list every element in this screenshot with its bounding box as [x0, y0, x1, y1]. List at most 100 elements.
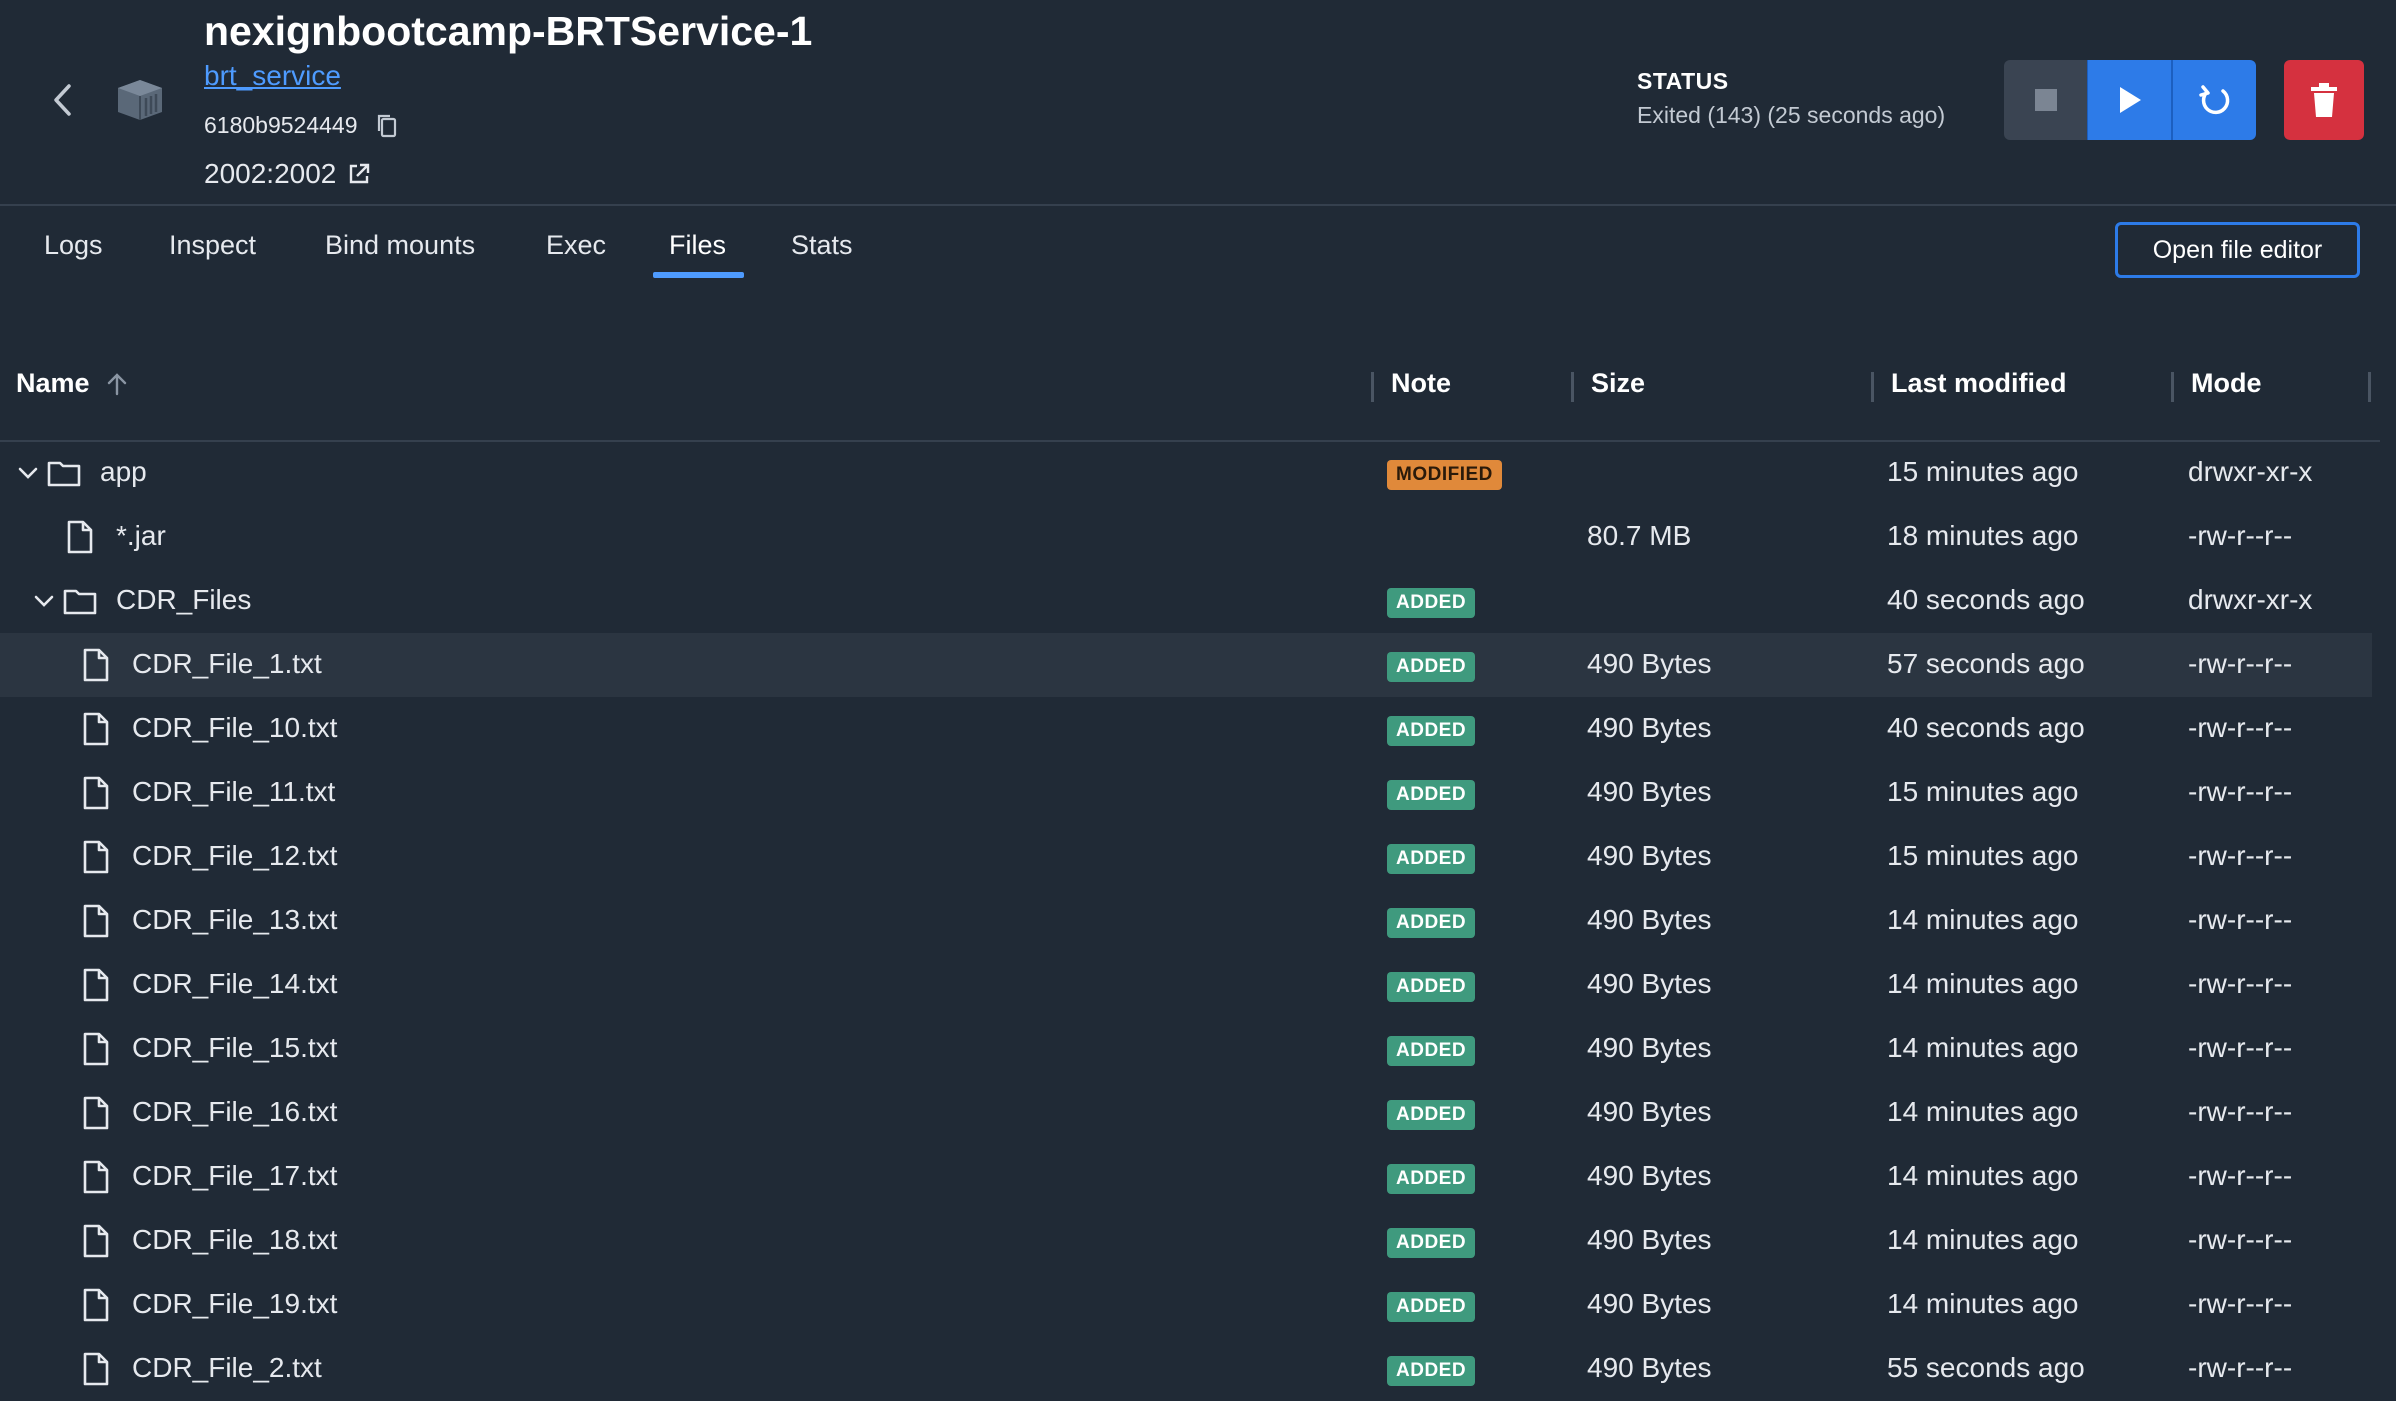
column-separator[interactable]	[1371, 372, 1374, 402]
status-badge: ADDED	[1387, 1036, 1476, 1066]
column-header-mode[interactable]: Mode	[2191, 368, 2262, 399]
file-icon	[83, 712, 109, 746]
file-icon	[83, 1096, 109, 1130]
tab-exec[interactable]: Exec	[546, 230, 606, 261]
file-name: CDR_File_18.txt	[132, 1224, 338, 1255]
status-badge: MODIFIED	[1387, 460, 1502, 490]
last-modified: 18 minutes ago	[1887, 520, 2079, 551]
folder-icon	[63, 589, 97, 615]
file-size: 490 Bytes	[1587, 1352, 1712, 1383]
trash-icon	[2311, 83, 2337, 117]
tab-files[interactable]: Files	[669, 230, 726, 261]
file-name: CDR_Files	[116, 584, 252, 615]
file-mode: -rw-r--r--	[2188, 520, 2293, 551]
column-separator[interactable]	[1571, 372, 1574, 402]
stop-icon	[2034, 89, 2057, 111]
image-link[interactable]: brt_service	[204, 60, 341, 92]
file-name: CDR_File_17.txt	[132, 1160, 338, 1191]
table-row[interactable]: CDR_File_10.txt ADDED 490 Bytes 40 secon…	[0, 697, 2372, 761]
table-row[interactable]: CDR_File_2.txt ADDED 490 Bytes 55 second…	[0, 1337, 2372, 1401]
tab-logs[interactable]: Logs	[44, 230, 103, 261]
table-row[interactable]: CDR_File_16.txt ADDED 490 Bytes 14 minut…	[0, 1081, 2372, 1145]
file-size: 490 Bytes	[1587, 1288, 1712, 1319]
tab-inspect[interactable]: Inspect	[169, 230, 256, 261]
restart-icon	[2198, 85, 2229, 115]
column-separator[interactable]	[2171, 372, 2174, 402]
column-header-name[interactable]: Name	[16, 368, 128, 399]
file-mode: -rw-r--r--	[2188, 1352, 2293, 1383]
table-row[interactable]: CDR_File_11.txt ADDED 490 Bytes 15 minut…	[0, 761, 2372, 825]
port-mapping: 2002:2002	[204, 158, 337, 189]
last-modified: 14 minutes ago	[1887, 1032, 2079, 1063]
table-row[interactable]: CDR_File_12.txt ADDED 490 Bytes 15 minut…	[0, 825, 2372, 889]
arrow-up-icon	[107, 372, 126, 395]
file-icon	[83, 1032, 109, 1066]
copy-icon[interactable]	[376, 113, 402, 139]
file-size: 490 Bytes	[1587, 1032, 1712, 1063]
file-mode: -rw-r--r--	[2188, 1224, 2293, 1255]
table-header: Name Note Size Last modified Mode	[0, 350, 2380, 442]
file-mode: -rw-r--r--	[2188, 1032, 2293, 1063]
column-header-size[interactable]: Size	[1591, 368, 1645, 399]
file-name: CDR_File_2.txt	[132, 1352, 322, 1383]
status-badge: ADDED	[1387, 716, 1476, 746]
status-badge: ADDED	[1387, 908, 1476, 938]
status-badge: ADDED	[1387, 844, 1476, 874]
tab-bind-mounts[interactable]: Bind mounts	[325, 230, 475, 261]
file-name: CDR_File_13.txt	[132, 904, 338, 935]
start-button[interactable]	[2087, 60, 2171, 140]
stop-button[interactable]	[2004, 60, 2087, 140]
status-badge: ADDED	[1387, 1292, 1476, 1322]
file-size: 490 Bytes	[1587, 712, 1712, 743]
container-header: nexignbootcamp-BRTService-1 brt_service …	[0, 0, 2396, 206]
container-title: nexignbootcamp-BRTService-1	[204, 8, 813, 54]
file-size: 490 Bytes	[1587, 648, 1712, 679]
file-icon	[83, 968, 109, 1002]
table-row[interactable]: CDR_File_17.txt ADDED 490 Bytes 14 minut…	[0, 1145, 2372, 1209]
chevron-down-icon[interactable]	[16, 461, 40, 485]
file-icon	[83, 904, 109, 938]
table-row[interactable]: *.jar 80.7 MB 18 minutes ago -rw-r--r--	[0, 505, 2372, 569]
port-link[interactable]: 2002:2002	[204, 158, 372, 190]
restart-button[interactable]	[2171, 60, 2256, 140]
chevron-down-icon[interactable]	[32, 589, 56, 613]
table-row[interactable]: CDR_File_15.txt ADDED 490 Bytes 14 minut…	[0, 1017, 2372, 1081]
table-row[interactable]: CDR_File_18.txt ADDED 490 Bytes 14 minut…	[0, 1209, 2372, 1273]
table-row[interactable]: CDR_File_19.txt ADDED 490 Bytes 14 minut…	[0, 1273, 2372, 1337]
external-link-icon	[350, 163, 370, 184]
file-icon	[83, 1352, 109, 1386]
open-file-editor-button[interactable]: Open file editor	[2115, 222, 2360, 278]
status-badge: ADDED	[1387, 1100, 1476, 1130]
table-row[interactable]: app MODIFIED 15 minutes ago drwxr-xr-x	[0, 441, 2372, 505]
column-separator[interactable]	[1871, 372, 1874, 402]
table-row[interactable]: CDR_Files ADDED 40 seconds ago drwxr-xr-…	[0, 569, 2372, 633]
file-name: app	[100, 456, 147, 487]
file-size: 490 Bytes	[1587, 904, 1712, 935]
column-header-last-modified[interactable]: Last modified	[1891, 368, 2067, 399]
container-cube-icon	[112, 72, 168, 128]
file-mode: -rw-r--r--	[2188, 1096, 2293, 1127]
last-modified: 14 minutes ago	[1887, 1288, 2079, 1319]
status-badge: ADDED	[1387, 1356, 1476, 1386]
delete-button[interactable]	[2284, 60, 2364, 140]
tab-stats[interactable]: Stats	[791, 230, 853, 261]
last-modified: 55 seconds ago	[1887, 1352, 2085, 1383]
file-icon	[83, 1160, 109, 1194]
file-mode: drwxr-xr-x	[2188, 584, 2313, 615]
file-icon	[83, 840, 109, 874]
file-size: 490 Bytes	[1587, 840, 1712, 871]
file-mode: -rw-r--r--	[2188, 840, 2293, 871]
container-controls	[2004, 60, 2256, 140]
file-mode: -rw-r--r--	[2188, 968, 2293, 999]
column-separator[interactable]	[2368, 372, 2371, 402]
last-modified: 14 minutes ago	[1887, 1096, 2079, 1127]
container-id-row: 6180b9524449	[204, 112, 402, 139]
last-modified: 40 seconds ago	[1887, 584, 2085, 615]
file-icon	[67, 520, 93, 554]
back-button[interactable]	[42, 80, 82, 120]
table-row[interactable]: CDR_File_13.txt ADDED 490 Bytes 14 minut…	[0, 889, 2372, 953]
file-size: 80.7 MB	[1587, 520, 1692, 551]
column-header-note[interactable]: Note	[1391, 368, 1451, 399]
table-row[interactable]: CDR_File_1.txt ADDED 490 Bytes 57 second…	[0, 633, 2372, 697]
table-row[interactable]: CDR_File_14.txt ADDED 490 Bytes 14 minut…	[0, 953, 2372, 1017]
